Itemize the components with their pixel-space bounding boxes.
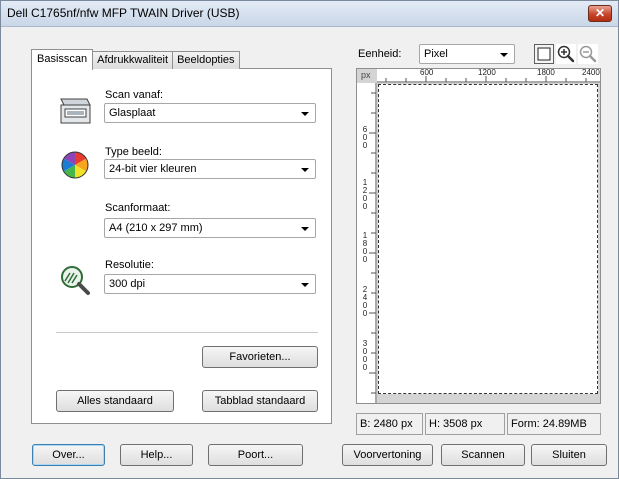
left-ruler-label: 600 bbox=[362, 125, 368, 150]
top-ruler: 600 1200 1800 2400 bbox=[377, 68, 600, 83]
chevron-down-icon bbox=[301, 112, 309, 116]
title-bar: Dell C1765nf/nfw MFP TWAIN Driver (USB) … bbox=[1, 1, 618, 27]
scan-button[interactable]: Scannen bbox=[441, 444, 525, 466]
about-button[interactable]: Over... bbox=[32, 444, 105, 466]
scan-size-label: Scanformaat: bbox=[105, 202, 171, 214]
favorites-button[interactable]: Favorieten... bbox=[202, 346, 318, 368]
left-ruler-label: 1200 bbox=[362, 178, 368, 211]
selection-rectangle-icon bbox=[537, 47, 551, 61]
top-ruler-label: 600 bbox=[420, 68, 434, 77]
scan-size-value: A4 (210 x 297 mm) bbox=[109, 222, 203, 234]
tab-default-button[interactable]: Tabblad standaard bbox=[202, 390, 318, 412]
window-title: Dell C1765nf/nfw MFP TWAIN Driver (USB) bbox=[7, 6, 240, 20]
tab-afdrukkwaliteit[interactable]: Afdrukkwaliteit bbox=[92, 51, 174, 69]
scan-from-value: Glasplaat bbox=[109, 107, 156, 119]
left-ruler-label: 1800 bbox=[362, 231, 368, 264]
zoom-out-icon bbox=[579, 45, 597, 63]
status-width: B: 2480 px bbox=[356, 413, 423, 435]
tab-strip: Basisscan Afdrukkwaliteit Beeldopties bbox=[31, 49, 240, 70]
separator-line bbox=[56, 332, 318, 333]
chevron-down-icon bbox=[301, 283, 309, 287]
left-ruler-label: 2400 bbox=[362, 285, 368, 318]
zoom-out-tool[interactable] bbox=[578, 44, 598, 64]
image-type-value: 24-bit vier kleuren bbox=[109, 163, 197, 175]
scan-size-select[interactable]: A4 (210 x 297 mm) bbox=[104, 218, 316, 238]
status-form-size: Form: 24.89MB bbox=[507, 413, 601, 435]
unit-value: Pixel bbox=[424, 48, 448, 60]
tab-beeldopties[interactable]: Beeldopties bbox=[172, 51, 240, 69]
all-default-button[interactable]: Alles standaard bbox=[56, 390, 174, 412]
chevron-down-icon bbox=[301, 168, 309, 172]
top-ruler-label: 2400 bbox=[582, 68, 600, 77]
status-height: H: 3508 px bbox=[425, 413, 505, 435]
port-button[interactable]: Poort... bbox=[208, 444, 303, 466]
chevron-down-icon bbox=[500, 53, 508, 57]
unit-select[interactable]: Pixel bbox=[419, 44, 515, 64]
scanner-icon bbox=[60, 98, 91, 124]
zoom-in-tool[interactable] bbox=[556, 44, 576, 64]
left-ruler-label: 3000 bbox=[362, 339, 368, 372]
ruler-unit: px bbox=[361, 70, 371, 80]
chevron-down-icon bbox=[301, 227, 309, 231]
help-button[interactable]: Help... bbox=[120, 444, 193, 466]
left-ruler: 600 1200 1800 2400 3000 bbox=[357, 83, 377, 403]
scan-from-label: Scan vanaf: bbox=[105, 89, 164, 101]
preview-pane[interactable]: px 600 1200 1800 2400 600 1200 1800 2400… bbox=[356, 68, 601, 404]
scan-area[interactable] bbox=[378, 84, 598, 394]
resolution-value: 300 dpi bbox=[109, 278, 146, 290]
zoom-in-icon bbox=[557, 45, 575, 63]
top-ruler-label: 1800 bbox=[537, 68, 555, 77]
resolution-label: Resolutie: bbox=[105, 259, 154, 271]
image-type-label: Type beeld: bbox=[105, 146, 162, 158]
color-wheel-icon bbox=[61, 151, 89, 179]
close-window-button[interactable]: ✕ bbox=[588, 5, 612, 22]
select-area-tool[interactable] bbox=[534, 44, 554, 64]
twain-driver-window: Dell C1765nf/nfw MFP TWAIN Driver (USB) … bbox=[0, 0, 619, 479]
resolution-select[interactable]: 300 dpi bbox=[104, 274, 316, 294]
preview-button[interactable]: Voorvertoning bbox=[342, 444, 433, 466]
image-type-select[interactable]: 24-bit vier kleuren bbox=[104, 159, 316, 179]
tab-basisscan[interactable]: Basisscan bbox=[31, 49, 94, 70]
scan-from-select[interactable]: Glasplaat bbox=[104, 103, 316, 123]
resolution-magnifier-icon bbox=[61, 266, 90, 295]
close-button[interactable]: Sluiten bbox=[531, 444, 607, 466]
unit-label: Eenheid: bbox=[358, 48, 402, 60]
top-ruler-label: 1200 bbox=[478, 68, 496, 77]
